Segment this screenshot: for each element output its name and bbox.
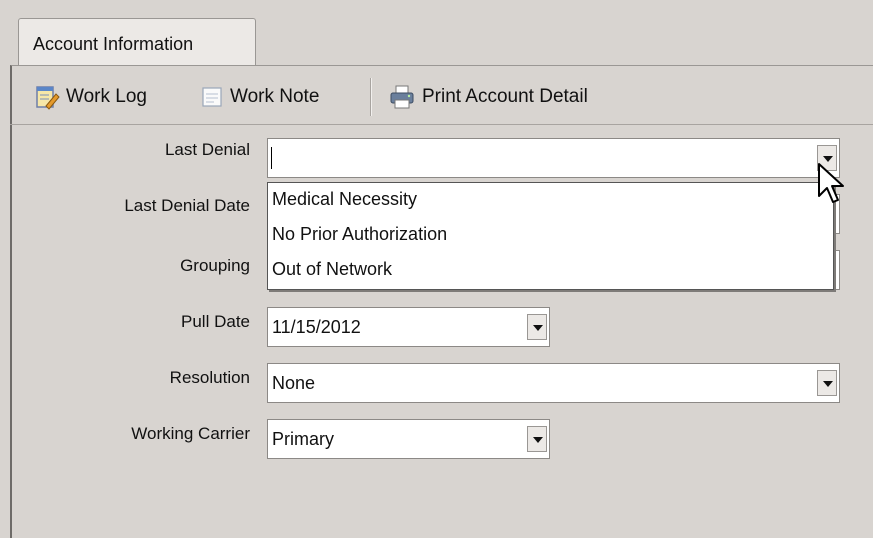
note-icon bbox=[202, 87, 222, 107]
working-carrier-label: Working Carrier bbox=[131, 424, 250, 443]
pull-date-value: 11/15/2012 bbox=[272, 317, 361, 337]
dropdown-option-medical-necessity[interactable]: Medical Necessity bbox=[272, 189, 417, 210]
last-denial-dropdown-list: Medical Necessity No Prior Authorization… bbox=[267, 182, 834, 290]
working-carrier-select[interactable]: Primary bbox=[267, 419, 550, 459]
text-caret bbox=[271, 147, 272, 169]
work-log-button[interactable]: Work Log bbox=[34, 82, 147, 112]
last-denial-date-label: Last Denial Date bbox=[124, 196, 250, 215]
resolution-label: Resolution bbox=[169, 368, 250, 387]
work-log-label: Work Log bbox=[66, 86, 147, 107]
toolbar-separator bbox=[370, 78, 372, 116]
dropdown-option-no-prior-authorization[interactable]: No Prior Authorization bbox=[272, 224, 447, 245]
pull-date-select[interactable]: 11/15/2012 bbox=[267, 307, 550, 347]
last-denial-select[interactable] bbox=[267, 138, 840, 178]
resolution-select[interactable]: None bbox=[267, 363, 840, 403]
chevron-down-icon[interactable] bbox=[527, 426, 547, 452]
work-note-label: Work Note bbox=[230, 86, 320, 107]
mouse-pointer-icon bbox=[818, 163, 844, 203]
work-note-button[interactable]: Work Note bbox=[200, 82, 319, 112]
notepad-pencil-icon bbox=[36, 86, 60, 110]
working-carrier-value: Primary bbox=[272, 429, 334, 449]
print-account-detail-button[interactable]: Print Account Detail bbox=[388, 82, 588, 112]
print-account-detail-label: Print Account Detail bbox=[422, 86, 588, 107]
printer-icon bbox=[390, 85, 414, 109]
cropped-header-text bbox=[0, 0, 873, 12]
dropdown-option-out-of-network[interactable]: Out of Network bbox=[272, 259, 392, 280]
resolution-value: None bbox=[272, 373, 316, 393]
last-denial-label: Last Denial bbox=[164, 140, 250, 159]
chevron-down-icon[interactable] bbox=[817, 370, 837, 396]
account-panel bbox=[10, 65, 873, 538]
chevron-down-icon[interactable] bbox=[527, 314, 547, 340]
toolbar: Work Log Work Note Print Account Detail bbox=[10, 70, 873, 125]
grouping-label: Grouping bbox=[180, 256, 250, 275]
tab-account-information[interactable]: Account Information bbox=[18, 18, 256, 65]
pull-date-label: Pull Date bbox=[181, 312, 250, 331]
